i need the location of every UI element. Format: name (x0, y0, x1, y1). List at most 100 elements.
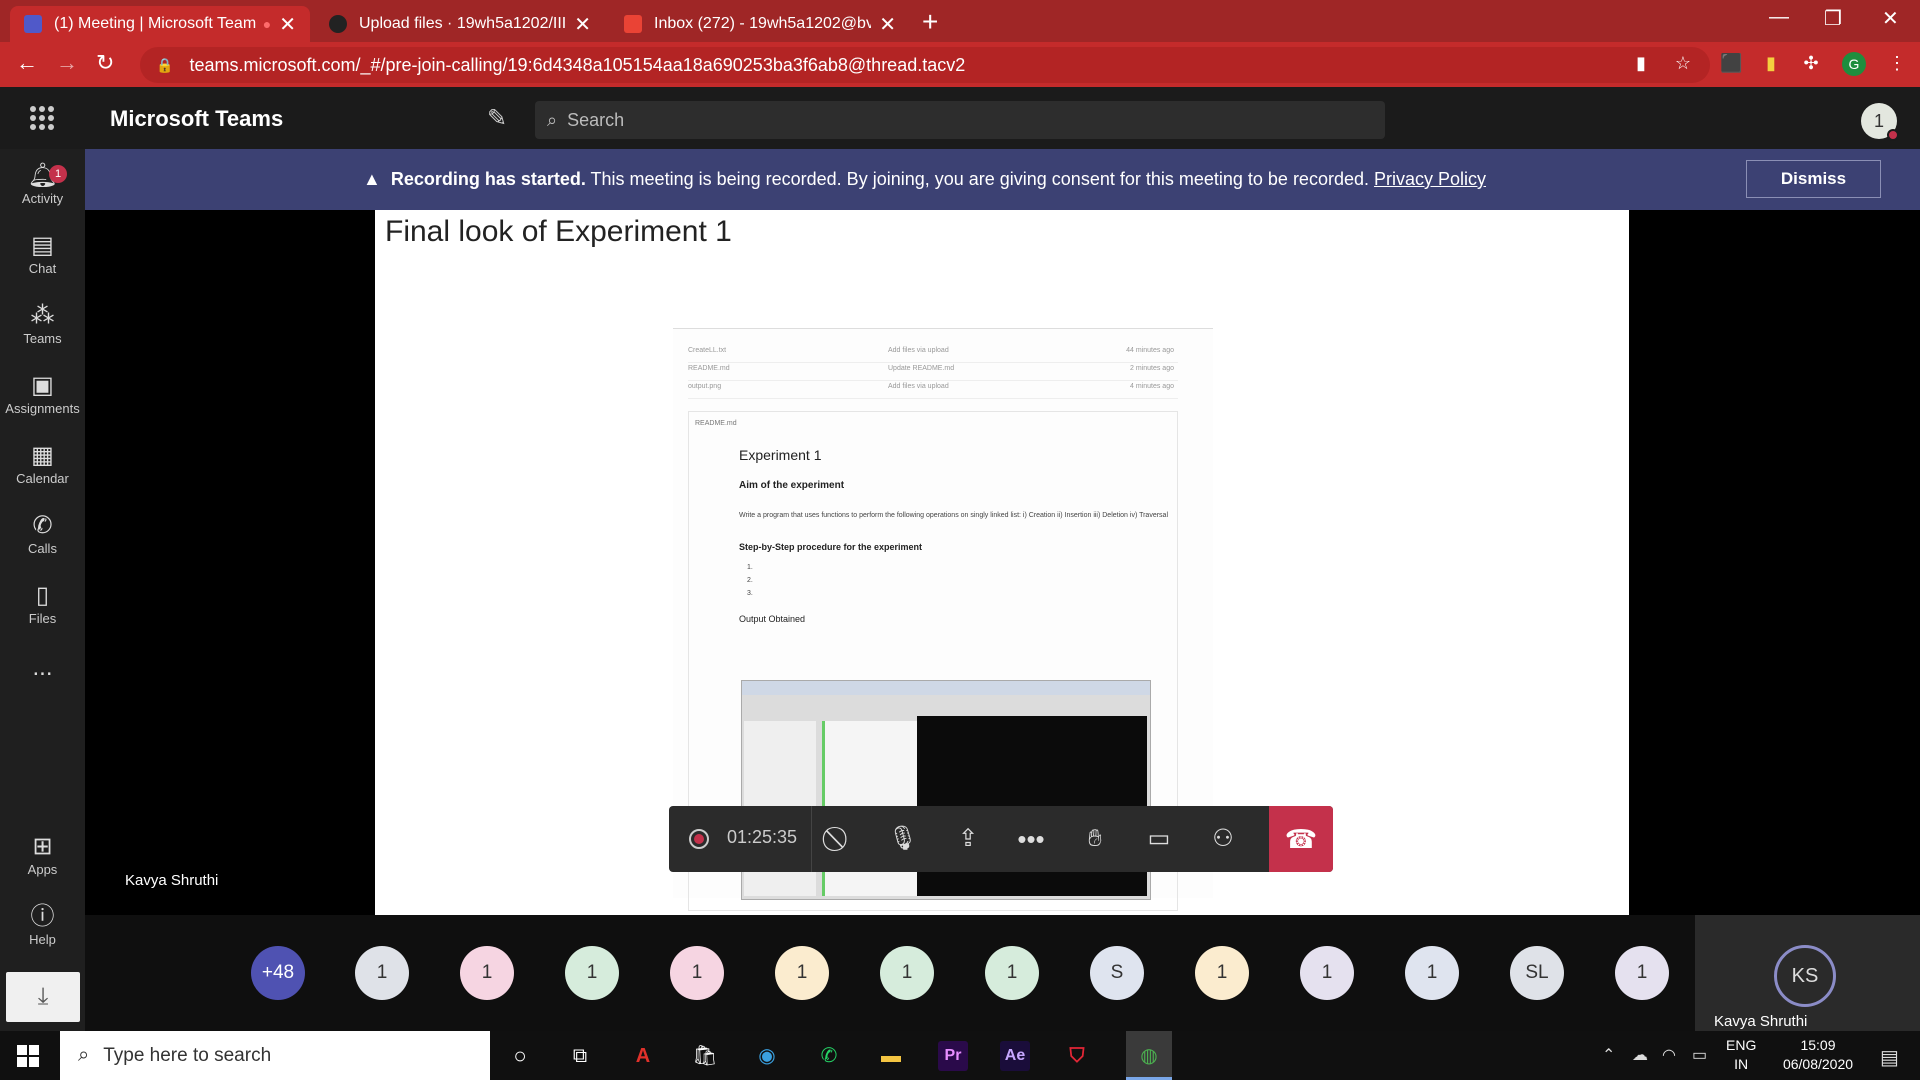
app-title: Microsoft Teams (110, 106, 284, 131)
language-indicator[interactable]: ENG IN (1726, 1036, 1756, 1074)
participant-avatar[interactable]: 1 (670, 946, 724, 1000)
new-tab-icon[interactable]: + (922, 6, 938, 38)
self-avatar[interactable]: KS (1774, 945, 1836, 1007)
participant-avatar[interactable]: 1 (1615, 946, 1669, 1000)
participant-avatar[interactable]: 1 (460, 946, 514, 1000)
premiere-app-icon[interactable]: Pr (938, 1041, 968, 1071)
app-launcher-icon[interactable] (30, 106, 54, 130)
camera-off-icon[interactable]: ⃠ (824, 824, 856, 854)
overflow-participants[interactable]: +48 (251, 946, 305, 1000)
participant-avatar[interactable]: 1 (775, 946, 829, 1000)
windows-start-icon[interactable] (17, 1045, 39, 1067)
github-favicon-icon (329, 15, 347, 33)
close-tab-icon[interactable]: ✕ (279, 12, 296, 37)
more-apps-icon[interactable]: ... (0, 654, 85, 682)
tab-teams-meeting[interactable]: (1) Meeting | Microsoft Team ● ✕ (10, 6, 310, 42)
rail-label: Apps (27, 862, 58, 877)
search-input[interactable]: ⌕ Search (535, 101, 1385, 139)
acrobat-app-icon[interactable]: A (628, 1041, 658, 1071)
dismiss-button[interactable]: Dismiss (1746, 160, 1881, 198)
notifications-icon[interactable]: ▤ (1880, 1045, 1899, 1070)
wifi-icon[interactable]: ◠ (1662, 1045, 1676, 1065)
rail-item-assignments[interactable]: ▣ Assignments (0, 371, 85, 416)
aim-heading: Aim of the experiment (739, 480, 845, 491)
share-screen-icon[interactable]: ⇪ (952, 824, 984, 854)
chat-toggle-icon[interactable]: ▭ (1143, 824, 1175, 854)
user-avatar[interactable]: 1 (1861, 103, 1899, 141)
participant-avatar[interactable]: 1 (565, 946, 619, 1000)
rail-item-calls[interactable]: ✆ Calls (0, 511, 85, 556)
back-arrow-icon[interactable]: ← (16, 50, 38, 76)
raise-hand-icon[interactable]: ✋︎ (1079, 824, 1111, 854)
tab-upload-files[interactable]: Upload files · 19wh5a1202/III-yea ✕ (315, 6, 605, 42)
rail-item-calendar[interactable]: ▦ Calendar (0, 441, 85, 486)
participants-icon[interactable]: ⚇ (1207, 824, 1239, 854)
readme-label: README.md (695, 420, 737, 427)
privacy-policy-link[interactable]: Privacy Policy (1374, 169, 1486, 189)
url-field[interactable]: 🔒 teams.microsoft.com/_#/pre-join-callin… (140, 47, 1710, 83)
rail-item-help[interactable]: ⓘ Help (0, 902, 85, 947)
minimize-icon[interactable]: — (1769, 6, 1789, 29)
participant-avatar[interactable]: 1 (985, 946, 1039, 1000)
participant-avatar[interactable]: 1 (880, 946, 934, 1000)
lock-icon: 🔒 (156, 56, 174, 73)
after-effects-app-icon[interactable]: Ae (1000, 1041, 1030, 1071)
onedrive-icon[interactable]: ☁ (1632, 1045, 1648, 1065)
compose-icon[interactable]: ✎ (487, 104, 507, 133)
ide-toolbar (742, 681, 1150, 695)
close-tab-icon[interactable]: ✕ (879, 12, 896, 37)
participant-avatar[interactable]: 1 (1195, 946, 1249, 1000)
participant-avatar[interactable]: SL (1510, 946, 1564, 1000)
acrobat-extension-icon[interactable]: ⬛ (1720, 53, 1742, 75)
browser-profile-avatar[interactable]: G (1842, 52, 1866, 76)
bookmark-star-icon[interactable]: ☆ (1672, 53, 1694, 75)
left-rail: 🔔︎ 1 Activity ▤ Chat ⁂ Teams ▣ Assignmen… (0, 149, 85, 1031)
mic-muted-icon[interactable]: 🎙︎ (887, 824, 919, 854)
clipboard-extension-icon[interactable]: ▮ (1760, 53, 1782, 75)
mcafee-app-icon[interactable]: ⛉ (1062, 1041, 1092, 1071)
rail-item-chat[interactable]: ▤ Chat (0, 231, 85, 276)
rail-item-files[interactable]: ▯ Files (0, 581, 85, 626)
participant-avatar[interactable]: S (1090, 946, 1144, 1000)
close-tab-icon[interactable]: ✕ (574, 12, 591, 37)
participant-avatar[interactable]: 1 (1405, 946, 1459, 1000)
browser-tab-strip: (1) Meeting | Microsoft Team ● ✕ Upload … (0, 0, 1920, 42)
store-app-icon[interactable]: 🛍︎ (690, 1041, 720, 1071)
participant-avatar[interactable]: 1 (355, 946, 409, 1000)
warning-icon: ▲ (363, 169, 381, 189)
task-view-icon[interactable]: ⧉ (565, 1041, 595, 1071)
chrome-app-icon[interactable]: ◍ (1134, 1041, 1164, 1071)
cortana-icon[interactable]: ○ (505, 1041, 535, 1071)
participant-avatar[interactable]: 1 (1300, 946, 1354, 1000)
forward-arrow-icon[interactable]: → (56, 50, 78, 76)
tab-gmail-inbox[interactable]: Inbox (272) - 19wh5a1202@bvrit ✕ (610, 6, 910, 42)
url-text: teams.microsoft.com/_#/pre-join-calling/… (189, 54, 966, 75)
extensions-puzzle-icon[interactable]: ✣ (1800, 53, 1822, 75)
hang-up-icon[interactable]: ☎ (1269, 806, 1333, 872)
more-actions-icon[interactable]: ••• (1015, 824, 1047, 854)
rail-item-apps[interactable]: ⊞ Apps (0, 832, 85, 877)
download-desktop-app-icon[interactable]: ⤓ (6, 972, 80, 1022)
region-code: IN (1734, 1056, 1749, 1072)
camera-blocked-icon[interactable]: ▮ (1630, 53, 1652, 75)
edge-app-icon[interactable]: ◉ (752, 1041, 782, 1071)
system-clock[interactable]: 15:09 06/08/2020 (1768, 1036, 1868, 1074)
restore-icon[interactable]: ❐ (1824, 6, 1842, 31)
call-timer: 01:25:35 (727, 827, 798, 847)
whatsapp-app-icon[interactable]: ✆ (814, 1041, 844, 1071)
rail-label: Calls (28, 541, 57, 556)
rail-item-activity[interactable]: 🔔︎ 1 Activity (0, 161, 85, 206)
close-window-icon[interactable]: ✕ (1882, 6, 1899, 31)
rail-item-teams[interactable]: ⁂ Teams (0, 301, 85, 346)
calendar-icon: ▦ (31, 442, 54, 469)
battery-icon[interactable]: ▭ (1692, 1045, 1707, 1065)
taskbar-search-placeholder: Type here to search (103, 1044, 272, 1066)
tab-title: (1) Meeting | Microsoft Team (54, 15, 257, 32)
file-explorer-icon[interactable]: ▬ (876, 1041, 906, 1071)
recording-text: This meeting is being recorded. By joini… (585, 169, 1374, 189)
browser-menu-icon[interactable]: ⋮ (1886, 53, 1908, 75)
taskbar-search-input[interactable]: ⌕ Type here to search (60, 1031, 490, 1080)
reload-icon[interactable]: ↻ (96, 50, 114, 76)
tray-expand-icon[interactable]: ⌃ (1602, 1045, 1615, 1065)
rail-label: Teams (23, 331, 62, 346)
